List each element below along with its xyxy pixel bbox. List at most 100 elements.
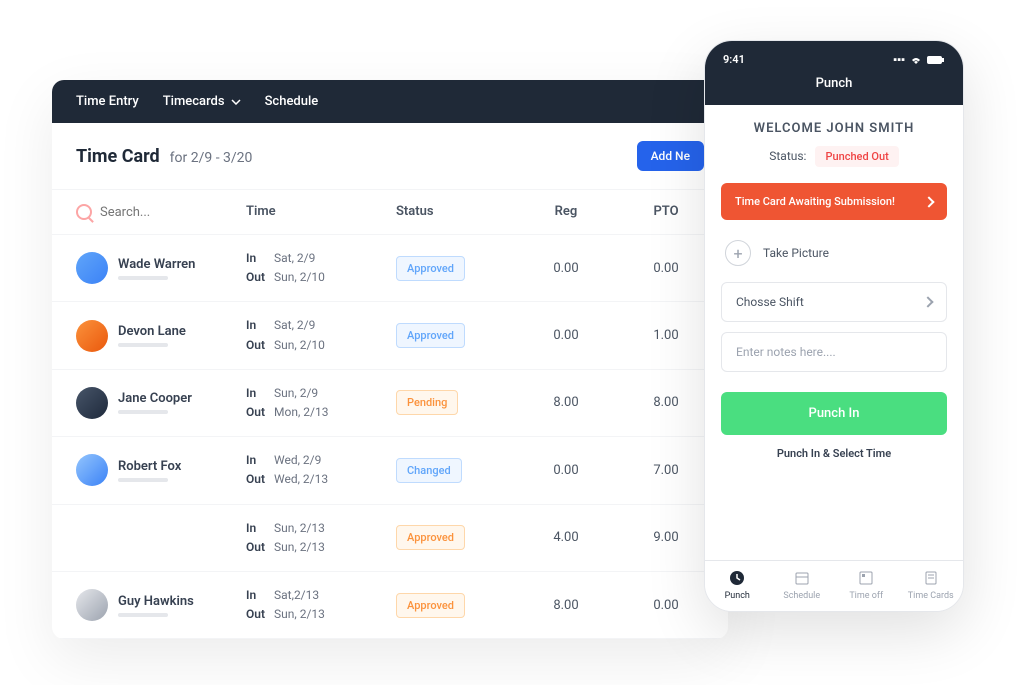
time-cell: InSat, 2/9 OutSun, 2/10: [246, 249, 396, 287]
phone-panel: 9:41 ▪▪▪ Punch WELCOME JOHN SMITH Status…: [704, 40, 964, 612]
progress-bar: [118, 410, 168, 414]
status-badge: Approved: [396, 323, 465, 348]
avatar: [76, 454, 108, 486]
phone-header: 9:41 ▪▪▪ Punch: [705, 41, 963, 105]
avatar: [76, 320, 108, 352]
status-cell: Pending: [396, 390, 516, 415]
avatar: [76, 387, 108, 419]
card-icon: [922, 569, 940, 587]
status-cell: Approved: [396, 256, 516, 281]
table-header: Time Status Reg PTO: [52, 189, 728, 235]
employee-name: Wade Warren: [118, 257, 195, 272]
plus-icon: +: [725, 240, 751, 266]
punch-status: Status: Punched Out: [721, 146, 947, 167]
chevron-right-icon: [923, 196, 934, 207]
table-row[interactable]: InSun, 2/13 OutSun, 2/13 Approved 4.00 9…: [52, 505, 728, 572]
phone-time: 9:41: [723, 53, 745, 66]
nav-time-entry[interactable]: Time Entry: [76, 94, 139, 109]
choose-shift-select[interactable]: Chosse Shift: [721, 282, 947, 322]
take-picture-label: Take Picture: [763, 246, 829, 260]
employee-name: Guy Hawkins: [118, 594, 194, 609]
time-cell: InSun, 2/9 OutMon, 2/13: [246, 384, 396, 422]
alert-banner[interactable]: Time Card Awaiting Submission!: [721, 183, 947, 220]
status-badge: Punched Out: [815, 146, 898, 167]
employee-cell: Robert Fox: [76, 454, 246, 486]
time-cell: InSun, 2/13 OutSun, 2/13: [246, 519, 396, 557]
phone-bottom-nav: Punch Schedule Time off Time Cards: [705, 560, 963, 611]
pto-value: 9.00: [616, 530, 716, 545]
progress-bar: [118, 276, 168, 280]
clock-icon: [728, 569, 746, 587]
col-status: Status: [396, 204, 516, 220]
col-reg: Reg: [516, 204, 616, 220]
search-icon: [76, 204, 92, 220]
status-cell: Approved: [396, 323, 516, 348]
employee-cell: Wade Warren: [76, 252, 246, 284]
status-cell: Changed: [396, 458, 516, 483]
battery-icon: [927, 55, 945, 65]
calendar-icon: [793, 569, 811, 587]
table-row[interactable]: Robert Fox InWed, 2/9 OutWed, 2/13 Chang…: [52, 437, 728, 504]
desktop-panel: Time Entry Timecards Schedule Time Card …: [52, 80, 728, 639]
status-cell: Approved: [396, 593, 516, 618]
status-icons: ▪▪▪: [893, 53, 945, 66]
page-header: Time Card for 2/9 - 3/20 Add Ne: [52, 123, 728, 189]
search-input[interactable]: [100, 205, 200, 220]
chevron-right-icon: [922, 296, 933, 307]
employee-cell: Devon Lane: [76, 320, 246, 352]
table-row[interactable]: Jane Cooper InSun, 2/9 OutMon, 2/13 Pend…: [52, 370, 728, 437]
table-body: Wade Warren InSat, 2/9 OutSun, 2/10 Appr…: [52, 235, 728, 639]
welcome-text: WELCOME JOHN SMITH: [721, 121, 947, 136]
choose-shift-label: Chosse Shift: [736, 295, 804, 309]
nav-punch[interactable]: Punch: [705, 569, 770, 601]
wifi-icon: [909, 55, 923, 65]
alert-text: Time Card Awaiting Submission!: [735, 195, 895, 208]
take-picture-button[interactable]: + Take Picture: [725, 240, 947, 266]
chevron-down-icon: [231, 99, 241, 105]
employee-cell: Jane Cooper: [76, 387, 246, 419]
employee-name: Robert Fox: [118, 459, 181, 474]
status-cell: Approved: [396, 525, 516, 550]
status-label: Status:: [769, 149, 806, 163]
time-cell: InSat,2/13 OutSun, 2/13: [246, 586, 396, 624]
progress-bar: [118, 478, 168, 482]
status-badge: Approved: [396, 593, 465, 618]
table-row[interactable]: Guy Hawkins InSat,2/13 OutSun, 2/13 Appr…: [52, 572, 728, 639]
employee-name: Devon Lane: [118, 324, 186, 339]
table-row[interactable]: Devon Lane InSat, 2/9 OutSun, 2/10 Appro…: [52, 302, 728, 369]
timeoff-icon: [857, 569, 875, 587]
table-row[interactable]: Wade Warren InSat, 2/9 OutSun, 2/10 Appr…: [52, 235, 728, 302]
phone-body: WELCOME JOHN SMITH Status: Punched Out T…: [705, 105, 963, 476]
status-badge: Changed: [396, 458, 462, 483]
status-badge: Pending: [396, 390, 458, 415]
nav-time-cards[interactable]: Time Cards: [899, 569, 964, 601]
col-pto: PTO: [616, 204, 716, 220]
nav-time-off[interactable]: Time off: [834, 569, 899, 601]
nav-schedule[interactable]: Schedule: [265, 94, 319, 109]
nav-schedule[interactable]: Schedule: [770, 569, 835, 601]
employee-cell: Guy Hawkins: [76, 589, 246, 621]
add-new-button[interactable]: Add Ne: [637, 141, 704, 171]
reg-value: 0.00: [516, 261, 616, 276]
progress-bar: [118, 613, 168, 617]
reg-value: 8.00: [516, 598, 616, 613]
phone-title: Punch: [723, 76, 945, 91]
nav-timecards[interactable]: Timecards: [163, 94, 241, 109]
status-badge: Approved: [396, 256, 465, 281]
date-range: for 2/9 - 3/20: [170, 150, 253, 166]
page-title: Time Card: [76, 146, 160, 167]
time-cell: InWed, 2/9 OutWed, 2/13: [246, 451, 396, 489]
punch-in-button[interactable]: Punch In: [721, 392, 947, 435]
time-cell: InSat, 2/9 OutSun, 2/10: [246, 316, 396, 354]
col-time: Time: [246, 204, 396, 220]
reg-value: 4.00: [516, 530, 616, 545]
reg-value: 0.00: [516, 463, 616, 478]
avatar: [76, 252, 108, 284]
reg-value: 8.00: [516, 395, 616, 410]
pto-value: 8.00: [616, 395, 716, 410]
pto-value: 0.00: [616, 598, 716, 613]
punch-select-time-link[interactable]: Punch In & Select Time: [721, 447, 947, 460]
signal-icon: ▪▪▪: [893, 53, 905, 66]
notes-input[interactable]: Enter notes here....: [721, 332, 947, 372]
nav-timecards-label: Timecards: [163, 94, 225, 109]
